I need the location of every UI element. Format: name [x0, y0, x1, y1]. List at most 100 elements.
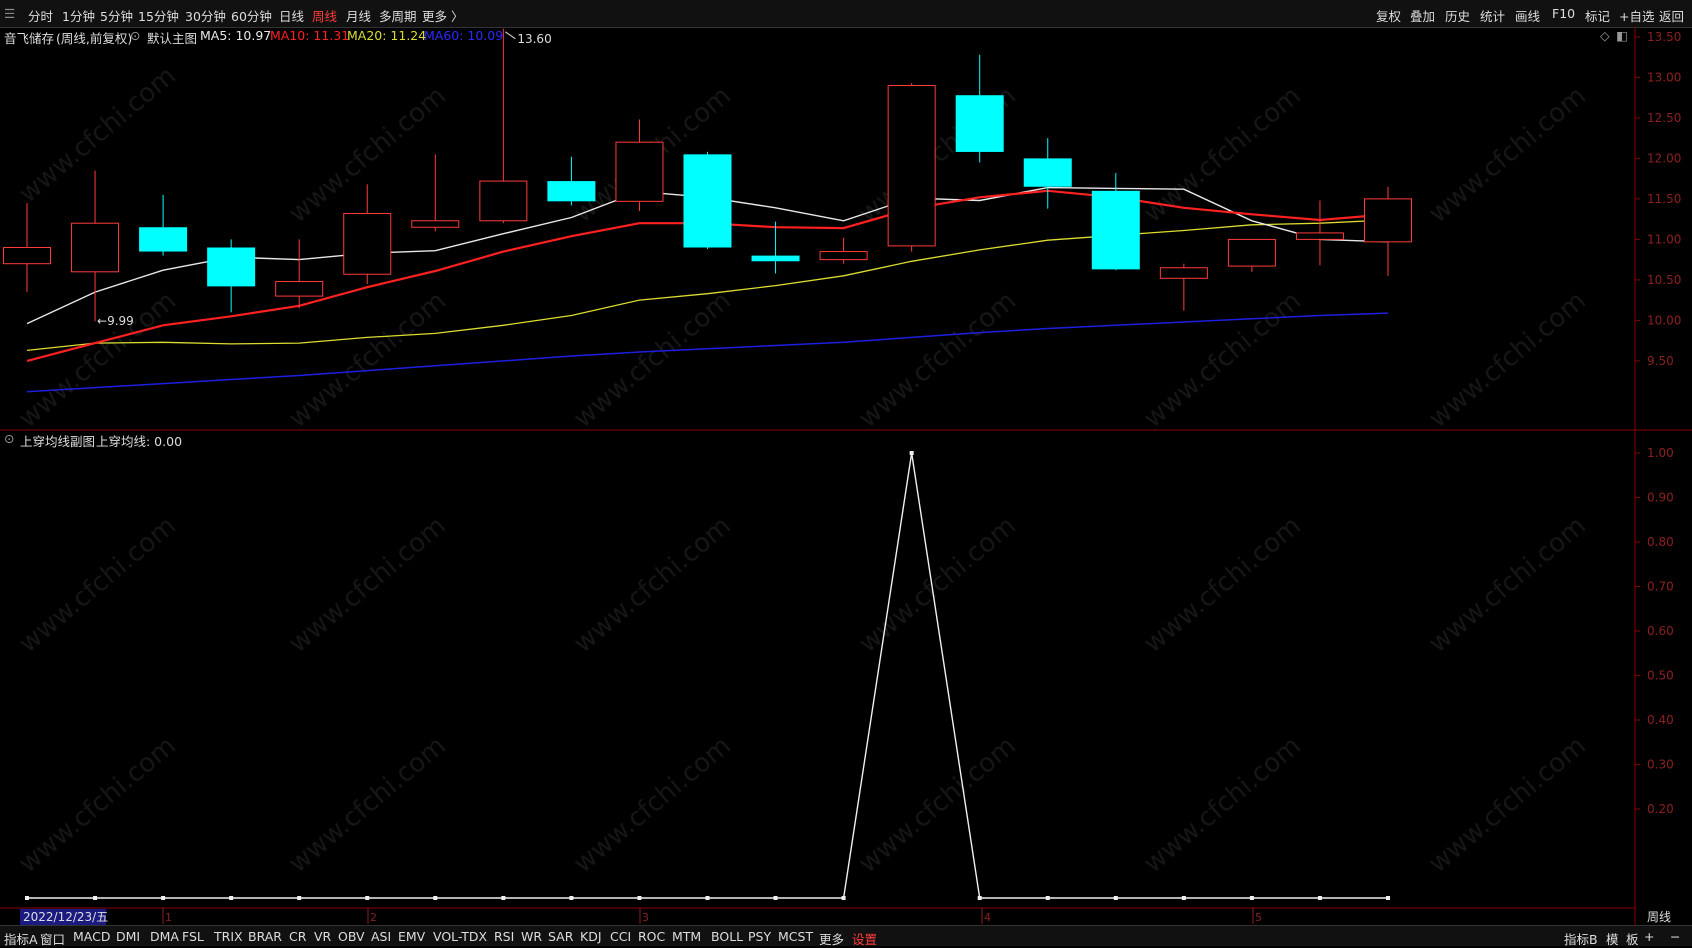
signal-point	[773, 896, 778, 900]
candle	[411, 154, 460, 232]
signal-point	[501, 896, 506, 900]
candle-body	[1364, 198, 1412, 243]
indicator-b-tab[interactable]: 指标B	[1564, 929, 1598, 948]
signal-point	[25, 896, 29, 900]
stock-chart[interactable]: 13.60←9.99 9.5010.0010.5011.0011.5012.00…	[0, 0, 1692, 925]
candle	[1227, 238, 1276, 272]
indicator-tab-7[interactable]: BRAR	[248, 929, 282, 944]
indicator-tab-16[interactable]: SAR	[548, 929, 573, 944]
indicator-tab-2[interactable]: MACD	[73, 929, 110, 944]
candle	[547, 156, 596, 206]
y-tick-label: 11.50	[1647, 192, 1681, 206]
sub-y-tick-label: 1.00	[1647, 446, 1674, 460]
month-label: 3	[642, 911, 649, 924]
candle-body	[887, 85, 936, 247]
indicator-tab-24[interactable]: 更多	[819, 929, 844, 948]
indicator-tabbar: 指标A 窗口 MACD DMI DMA FSL TRIX BRAR CR VR OBV ASI EMV V…	[0, 925, 1692, 948]
signal-point	[93, 896, 98, 900]
indicator-tab-3[interactable]: DMI	[116, 929, 140, 944]
price-annotations: 13.60 ←9.99	[97, 31, 552, 328]
candle-body	[547, 181, 596, 202]
template-tab-2[interactable]: 板	[1626, 929, 1639, 948]
indicator-tab-25[interactable]: 设置	[852, 929, 877, 948]
candle-body	[139, 227, 188, 252]
indicator-tab-15[interactable]: WR	[521, 929, 542, 944]
candle	[207, 239, 256, 313]
candle	[343, 184, 392, 284]
candle-body	[955, 95, 1004, 152]
candle	[1295, 200, 1344, 266]
signal-point	[1045, 896, 1050, 900]
sub-y-tick-label: 0.80	[1647, 535, 1674, 549]
sub-y-tick-label: 0.30	[1647, 758, 1674, 772]
sub-indicator	[25, 451, 1390, 900]
indicator-tab-23[interactable]: MCST	[778, 929, 813, 944]
candle	[955, 54, 1004, 163]
candle	[275, 239, 324, 309]
indicator-tab-21[interactable]: BOLL	[711, 929, 743, 944]
indicator-tab-20[interactable]: MTM	[672, 929, 701, 944]
signal-point	[1249, 896, 1254, 900]
signal-point	[1113, 896, 1118, 900]
chart-frame	[0, 27, 1692, 925]
indicator-tab-17[interactable]: KDJ	[580, 929, 602, 944]
candle-body	[71, 222, 120, 273]
candle-body	[343, 212, 392, 275]
signal-point	[229, 896, 234, 900]
indicator-tab-9[interactable]: VR	[314, 929, 331, 944]
candle-body	[207, 247, 256, 287]
signal-line	[27, 452, 1388, 899]
y-axis-ticks: 9.50 10.00 10.50 11.00 11.50 12.00 12.50 13.00 1…	[1635, 30, 1681, 816]
y-tick-label: 10.50	[1647, 273, 1681, 287]
indicator-tab-8[interactable]: CR	[289, 929, 306, 944]
sub-y-tick-label: 0.90	[1647, 491, 1674, 505]
indicator-tab-1[interactable]: 窗口	[40, 929, 65, 948]
indicator-tab-19[interactable]: ROC	[638, 929, 665, 944]
candle	[479, 28, 528, 224]
indicator-tab-12[interactable]: EMV	[398, 929, 425, 944]
candlesticks[interactable]	[3, 28, 1412, 322]
candle	[71, 170, 120, 322]
ma60-line	[26, 312, 1389, 393]
zoom-in-button[interactable]: +	[1644, 929, 1654, 944]
y-tick-label: 10.00	[1647, 313, 1681, 327]
indicator-tab-14[interactable]: RSI	[494, 929, 514, 944]
signal-point	[705, 896, 710, 900]
candle-body	[1295, 232, 1344, 240]
template-tab-1[interactable]: 模	[1606, 929, 1619, 948]
indicator-tab-0[interactable]: 指标A	[4, 929, 38, 948]
indicator-tab-5[interactable]: FSL	[182, 929, 204, 944]
zoom-out-button[interactable]: −	[1670, 929, 1680, 944]
signal-point	[433, 896, 438, 900]
candle-body	[615, 141, 664, 202]
signal-point	[569, 896, 574, 900]
indicator-tab-22[interactable]: PSY	[748, 929, 771, 944]
month-label: 1	[165, 911, 172, 924]
signal-point	[161, 896, 166, 900]
month-label: 2	[370, 911, 377, 924]
signal-point	[297, 896, 302, 900]
candle-body	[275, 281, 324, 297]
indicator-tab-13[interactable]: VOL-TDX	[433, 929, 487, 944]
signal-point	[841, 896, 846, 900]
candle	[1364, 186, 1412, 276]
indicator-tab-11[interactable]: ASI	[371, 929, 391, 944]
indicator-tab-18[interactable]: CCI	[610, 929, 631, 944]
y-tick-label: 11.00	[1647, 232, 1681, 246]
candle	[615, 119, 664, 212]
indicator-tab-6[interactable]: TRIX	[214, 929, 243, 944]
indicator-tab-4[interactable]: DMA	[150, 929, 179, 944]
sub-y-tick-label: 0.60	[1647, 624, 1674, 638]
candle	[887, 83, 936, 252]
sub-y-tick-label: 0.40	[1647, 713, 1674, 727]
signal-point	[365, 896, 370, 900]
indicator-tab-10[interactable]: OBV	[338, 929, 365, 944]
y-tick-label: 12.00	[1647, 151, 1681, 165]
signal-point	[1386, 896, 1390, 900]
signal-point	[637, 896, 642, 900]
candle-body	[1227, 238, 1276, 267]
candle-body	[751, 255, 800, 262]
candle-body	[411, 220, 460, 228]
y-tick-label: 13.50	[1647, 30, 1681, 44]
candle-body	[3, 247, 51, 265]
